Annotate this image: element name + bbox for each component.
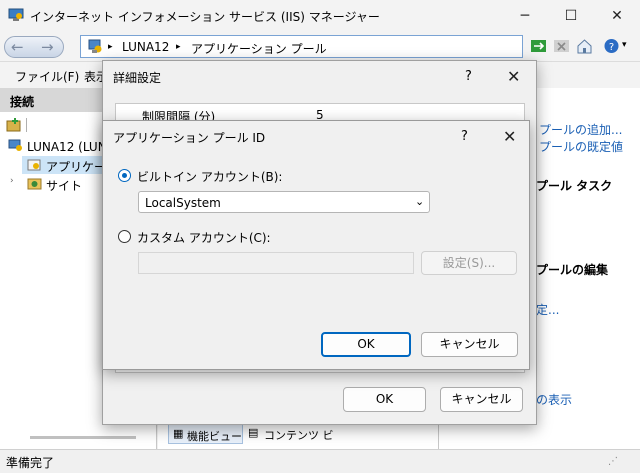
builtin-account-radio[interactable] [118,169,131,182]
resize-grip-icon[interactable]: ⋰ [608,456,618,467]
sites-folder-icon [27,178,42,190]
menu-file[interactable]: ファイル(F) [15,68,79,85]
chevron-down-icon: ⌄ [415,195,425,208]
iis-manager-icon [8,8,24,21]
builtin-account-select[interactable]: LocalSystem ⌄ [138,191,430,213]
home-icon[interactable] [576,38,593,54]
settings-link[interactable]: 定... [536,301,559,318]
svg-text:?: ? [609,42,614,53]
cancel-button[interactable]: キャンセル [421,332,518,357]
connections-title: 接続 [10,95,35,109]
ok-button[interactable]: OK [321,332,411,357]
address-separator: ▸ [176,42,181,52]
back-arrow-icon[interactable]: ← [11,38,24,56]
advanced-settings-title: 詳細設定 [113,71,162,85]
identity-dialog-title: アプリケーション プール ID [113,131,266,145]
help-icon[interactable]: ? [465,69,472,84]
toolbar-divider [26,118,27,132]
status-bar: 準備完了 ⋰ [0,449,640,473]
address-bar[interactable]: ▸ LUNA12 ▸ アプリケーション プール [80,35,523,58]
close-button[interactable]: ✕ [594,4,640,28]
title-bar: インターネット インフォメーション サービス (IIS) マネージャー ─ ☐ … [0,0,640,31]
builtin-account-label[interactable]: ビルトイン アカウント(B): [137,168,282,185]
address-separator: ▸ [108,42,113,52]
back-forward-buttons[interactable]: ← → [4,36,64,58]
content-view-icon: ▤ [248,426,259,439]
view-link[interactable]: の表示 [536,391,572,408]
tab-content-view[interactable]: ▤ コンテンツ ビュー [246,424,341,458]
pool-edit-heading: プールの編集 [536,263,609,277]
help-icon[interactable]: ? [603,38,620,54]
tab-features-view-label: 機能ビュー [187,430,242,443]
stop-icon[interactable] [553,38,570,54]
ok-button[interactable]: OK [343,387,426,412]
builtin-account-value: LocalSystem [145,196,221,210]
refresh-icon[interactable] [530,38,547,54]
horizontal-scrollbar[interactable] [30,436,136,439]
expand-chevron-icon[interactable]: › [10,176,14,186]
add-pool-link[interactable]: プールの追加... [539,121,622,138]
maximize-button[interactable]: ☐ [548,4,594,28]
help-icon[interactable]: ? [461,129,468,144]
navigation-bar: ← → ▸ LUNA12 ▸ アプリケーション プール ? ▾ [0,31,640,62]
new-connection-icon[interactable] [6,117,23,133]
status-text: 準備完了 [6,456,55,470]
close-icon[interactable]: ✕ [503,127,516,146]
tab-features-view[interactable]: ▦ 機能ビュー [168,424,243,444]
pool-tasks-heading: プール タスク [536,179,613,193]
forward-arrow-icon[interactable]: → [41,38,54,56]
help-dropdown-icon[interactable]: ▾ [622,40,627,50]
tree-item-sites[interactable]: サイト [46,177,82,194]
custom-account-radio[interactable] [118,230,131,243]
address-segment-app-pools[interactable]: アプリケーション プール [191,40,327,57]
server-icon [88,39,102,53]
app-pool-identity-dialog: アプリケーション プール ID ? ✕ ビルトイン アカウント(B): Loca… [102,120,530,370]
custom-account-label[interactable]: カスタム アカウント(C): [137,229,271,246]
set-account-button: 設定(S)... [421,251,517,275]
app-pools-icon [27,159,41,171]
close-icon[interactable]: ✕ [507,67,520,86]
address-segment-server[interactable]: LUNA12 [122,40,169,54]
server-node-icon [8,139,22,151]
custom-account-field [138,252,414,274]
window-title: インターネット インフォメーション サービス (IIS) マネージャー [30,10,380,24]
pool-defaults-link[interactable]: プールの既定値 [539,138,623,155]
cancel-button[interactable]: キャンセル [440,387,523,412]
minimize-button[interactable]: ─ [502,4,548,28]
features-view-icon: ▦ [173,427,184,440]
